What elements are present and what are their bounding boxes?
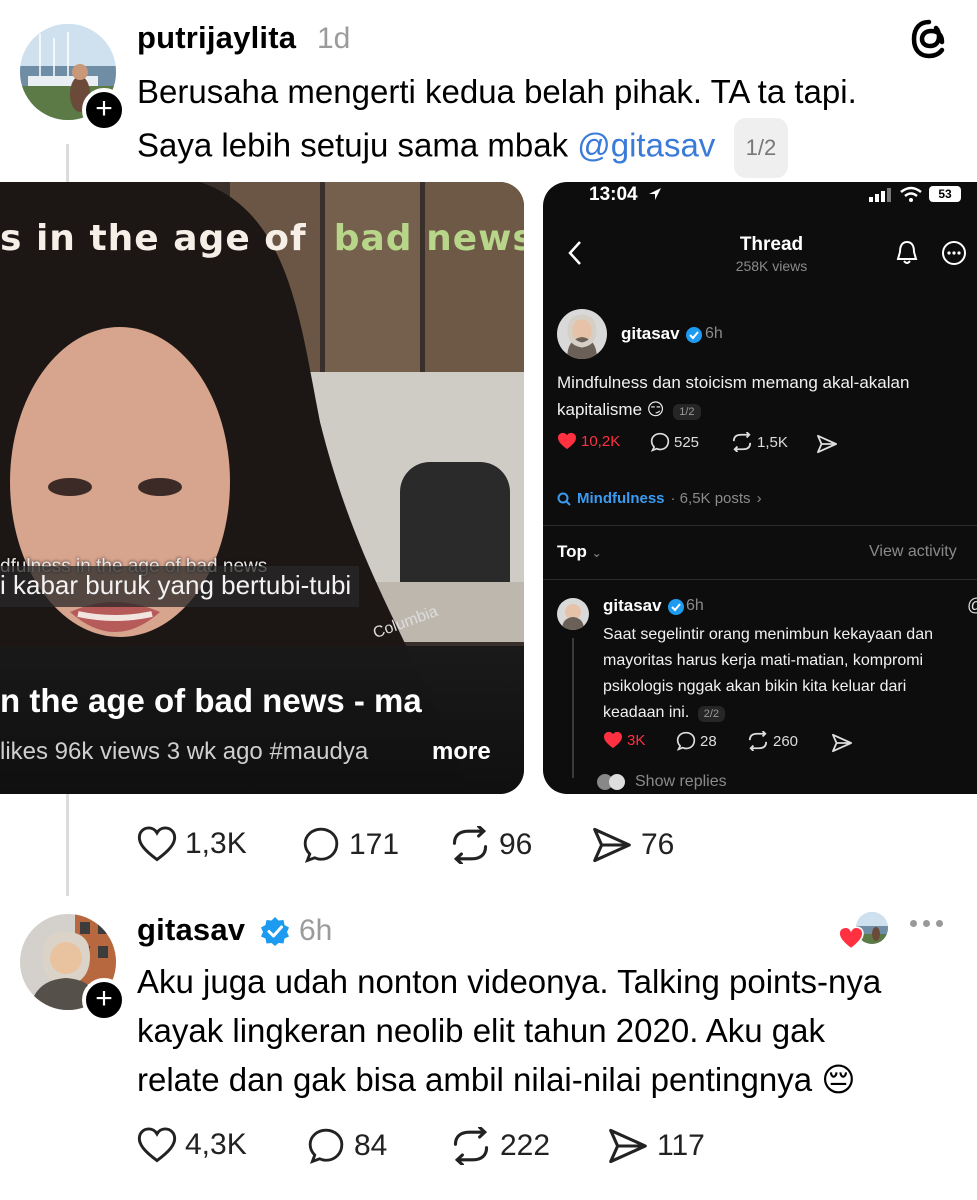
op-username[interactable]: gitasav: [621, 324, 680, 344]
mention-link[interactable]: @gitasav: [577, 127, 715, 164]
reply-time: 6h: [686, 597, 704, 614]
divider: [543, 579, 977, 580]
post-text: Aku juga udah nonton videonya. Talking p…: [137, 963, 882, 1098]
like-button[interactable]: 1,3K: [137, 826, 247, 862]
share-icon: [593, 827, 631, 863]
like-button[interactable]: 4,3K: [137, 1127, 247, 1163]
repost-count: 222: [500, 1129, 551, 1162]
share-count: 117: [657, 1129, 705, 1162]
post-time: 1d: [317, 22, 351, 55]
reply-count: 171: [349, 828, 400, 861]
verified-badge-icon: [686, 327, 702, 343]
repost-icon: [732, 432, 752, 452]
like-count: 4,3K: [185, 1128, 247, 1161]
video-caption: i kabar buruk yang bertubi-tubi: [0, 566, 360, 607]
share-icon[interactable]: [831, 733, 853, 753]
battery-icon: 53: [929, 186, 961, 202]
pensive-emoji: 😔: [821, 1061, 856, 1098]
comment-icon: [308, 1128, 344, 1164]
repost-icon: [452, 826, 488, 864]
status-time: 13:04: [589, 184, 638, 205]
repost-button[interactable]: 222: [450, 1127, 550, 1165]
page-indicator-pill: 1/2: [733, 118, 789, 178]
sort-dropdown[interactable]: Top ⌄: [557, 542, 602, 562]
post-text: Berusaha mengerti kedua belah pihak. TA …: [137, 66, 957, 178]
share-button[interactable]: 76: [591, 826, 674, 864]
reply-count: 84: [354, 1129, 388, 1162]
comment-icon: [676, 731, 696, 751]
follow-plus-button[interactable]: +: [82, 88, 126, 132]
more-options-icon[interactable]: [941, 240, 967, 266]
avatar-gitasav-small[interactable]: [557, 309, 607, 359]
comment-icon: [650, 432, 670, 452]
reply-like-button[interactable]: 3K: [603, 731, 645, 749]
reply-button[interactable]: 171: [301, 826, 399, 864]
reply-page-pill: 2/2: [697, 706, 726, 722]
share-icon: [609, 1128, 647, 1164]
search-icon: [557, 492, 571, 506]
reply-repost-button[interactable]: 260: [747, 731, 798, 751]
video-meta: likes 96k views 3 wk ago #maudya: [0, 738, 369, 765]
video-bottom-title: n the age of bad news - ma: [0, 682, 422, 719]
verified-badge-icon: [668, 599, 684, 615]
divider: [543, 525, 977, 526]
video-info-panel: [0, 646, 524, 794]
view-activity-link[interactable]: View activity: [869, 543, 957, 561]
thread-screenshot-card[interactable]: 13:04 53 Thread 258K views gitasav 6h Mi…: [543, 182, 977, 794]
chevron-right-icon: ›: [756, 490, 762, 507]
signal-icon: [869, 188, 891, 202]
reply-text: Saat segelintir orang menimbun kekayaan …: [603, 626, 933, 722]
heart-filled-icon: [604, 731, 622, 749]
video-title-overlay: s in the age of bad news: [0, 218, 524, 259]
share-icon[interactable]: [816, 434, 838, 454]
topic-tag[interactable]: Mindfulness · 6,5K posts ›: [557, 490, 762, 507]
post-username[interactable]: gitasav: [137, 912, 245, 948]
comment-icon: [303, 827, 339, 863]
heart-icon: [137, 826, 177, 862]
post-time: 6h: [299, 914, 333, 947]
follow-plus-button[interactable]: +: [82, 978, 126, 1022]
op-reply-button[interactable]: 525: [650, 432, 699, 452]
verified-badge-icon: [261, 917, 289, 946]
reply-reply-button[interactable]: 28: [676, 731, 717, 751]
op-time: 6h: [705, 325, 723, 342]
reply-username[interactable]: gitasav: [603, 596, 662, 616]
threads-logo-icon[interactable]: [908, 18, 950, 60]
op-like-button[interactable]: 10,2K: [557, 432, 620, 450]
share-button[interactable]: 117: [607, 1127, 705, 1165]
repost-icon: [453, 1127, 489, 1165]
video-preview-card[interactable]: s in the age of bad news dfulness in the…: [0, 182, 524, 794]
reply-threads-icon: @: [967, 595, 977, 616]
op-page-pill: 1/2: [673, 404, 701, 420]
heart-icon: [137, 1127, 177, 1163]
repost-button[interactable]: 96: [449, 826, 532, 864]
like-count: 1,3K: [185, 827, 247, 860]
heart-filled-icon: [558, 432, 576, 450]
repost-count: 96: [499, 828, 533, 861]
reply-thread-line: [572, 638, 574, 778]
op-text-line1: Mindfulness dan stoicism memang akal-aka…: [557, 373, 910, 392]
reply-button[interactable]: 84: [306, 1127, 387, 1165]
show-replies-link[interactable]: Show replies: [597, 773, 727, 791]
op-text-line2: kapitalisme 😏 1/2: [557, 400, 701, 420]
video-more-link[interactable]: more: [432, 738, 491, 766]
chevron-down-icon: ⌄: [591, 546, 602, 560]
reply-avatars-icon: [597, 774, 627, 790]
wifi-icon: [900, 186, 922, 202]
avatar-gitasav-reply[interactable]: [557, 598, 589, 630]
repost-icon: [748, 731, 768, 751]
share-count: 76: [641, 828, 675, 861]
bell-icon[interactable]: [895, 240, 919, 266]
liked-by-avatar[interactable]: [838, 912, 890, 952]
heart-filled-icon: [838, 926, 864, 950]
location-arrow-icon: [649, 188, 661, 200]
op-repost-button[interactable]: 1,5K: [731, 432, 788, 452]
more-options-icon[interactable]: [910, 920, 943, 927]
post-username[interactable]: putrijaylita: [137, 20, 296, 56]
